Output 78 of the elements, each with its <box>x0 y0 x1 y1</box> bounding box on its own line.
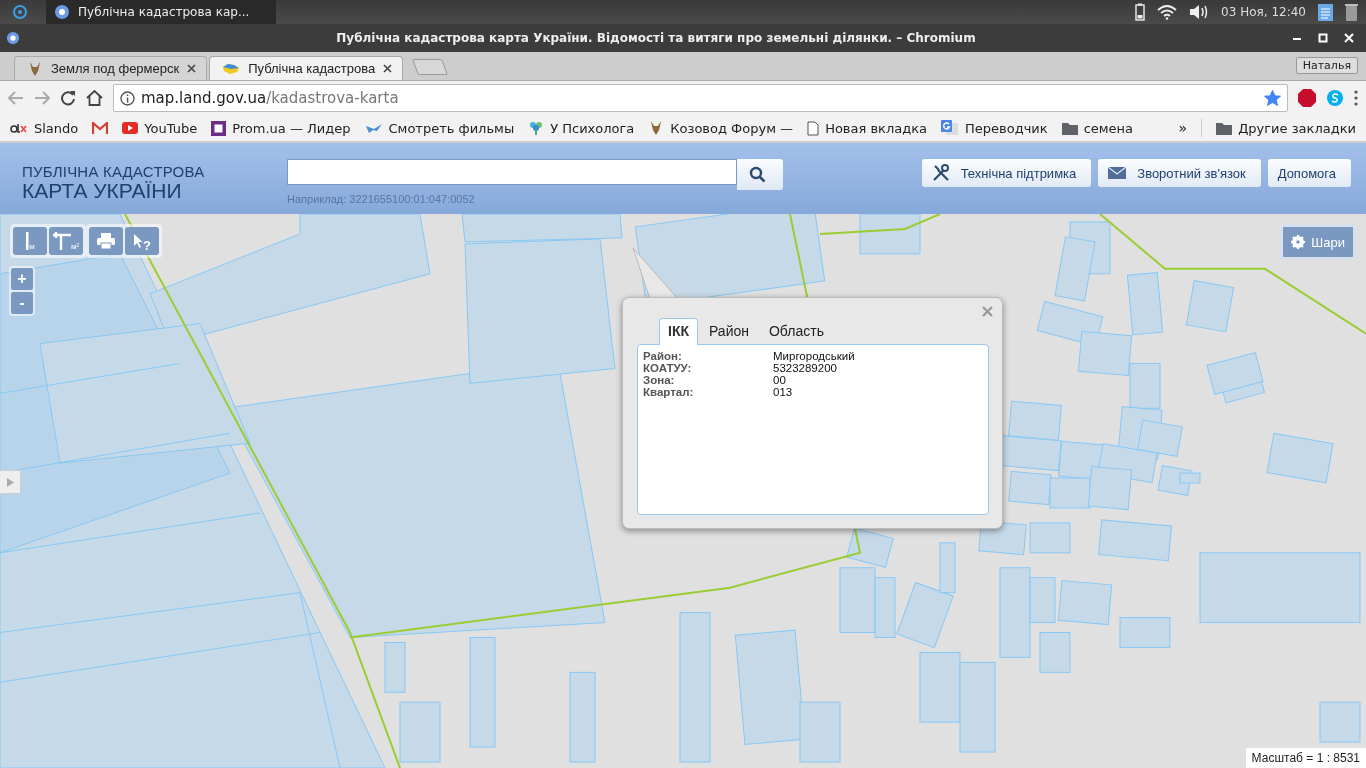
field-label: Район: <box>643 350 683 362</box>
close-icon[interactable] <box>187 64 197 73</box>
goat-head-icon <box>27 60 43 77</box>
mail-m-icon <box>92 121 109 135</box>
play-icon <box>122 122 139 134</box>
print-icon <box>97 233 115 249</box>
ruler-corner-icon <box>52 232 71 250</box>
profile-button[interactable]: Наталья <box>1295 57 1358 74</box>
site-logo-title: ПУБЛІЧНА КАДАСТРОВА <box>22 163 206 180</box>
bookmark-folder[interactable]: Другие закладки <box>1216 120 1356 136</box>
battery-icon[interactable] <box>1135 3 1146 21</box>
map-outline-icon <box>222 61 241 76</box>
field-label: КОАТУУ: <box>643 362 693 374</box>
site-logo-subtitle: КАРТА УКРАЇНИ <box>22 180 182 202</box>
header-button[interactable]: Технічна підтримка <box>921 159 1092 187</box>
bookmark-link[interactable]: Смотреть фильмы <box>364 120 515 136</box>
adblock-icon[interactable] <box>1298 89 1316 107</box>
search-button[interactable] <box>737 159 783 190</box>
notes-icon[interactable] <box>1318 3 1333 21</box>
browser-tab[interactable]: Публічна кадастрова <box>209 56 404 80</box>
maximize-icon[interactable] <box>1318 33 1328 43</box>
bookmark-star-icon[interactable] <box>1264 90 1281 106</box>
bookmark-link[interactable]: Переводчик <box>941 120 1048 136</box>
search-hint: Наприклад: 3221655100:01:047:0052 <box>287 193 476 205</box>
folder-icon <box>1216 121 1233 135</box>
reload-icon[interactable] <box>60 90 76 106</box>
home-icon[interactable] <box>86 90 103 106</box>
field-value: Миргородський <box>773 350 856 362</box>
field-label: Зона: <box>643 374 676 386</box>
folder-icon <box>1061 121 1078 135</box>
expand-arrow-icon <box>6 477 14 487</box>
bookmark-link[interactable]: семена <box>1061 120 1134 136</box>
app-launcher-icon[interactable] <box>12 4 28 20</box>
browser-tab[interactable]: Земля под фермерск <box>14 56 208 80</box>
cursor-icon <box>133 233 143 249</box>
bookmark-link[interactable]: Козовод Форум — <box>648 120 794 136</box>
popup-tab[interactable]: ІКК <box>659 318 698 345</box>
browser-icon <box>6 31 20 45</box>
popup-tab[interactable]: Район <box>700 318 758 345</box>
bookmark-link[interactable] <box>92 121 109 135</box>
side-panel-toggle[interactable] <box>0 470 21 494</box>
tree-icon <box>528 120 545 136</box>
close-icon[interactable] <box>383 64 393 73</box>
tools-icon <box>931 164 950 182</box>
translate-icon <box>941 120 960 136</box>
field-label: Квартал: <box>643 386 695 398</box>
header-button[interactable]: Допомога <box>1267 159 1351 187</box>
window-title: Публічна кадастрова карта України. Відомості та витяги про земельні ділянки. – Chromium <box>335 31 977 45</box>
square-icon <box>211 120 227 136</box>
search-field[interactable] <box>287 159 737 185</box>
print-button[interactable] <box>89 227 123 255</box>
menu-icon[interactable] <box>1354 90 1358 106</box>
bookmark-link[interactable]: Slando <box>10 120 79 136</box>
bookmark-link[interactable]: Prom.ua — Лидер <box>211 120 351 136</box>
speaker-icon[interactable] <box>1189 4 1210 20</box>
ruler-line-icon <box>25 232 30 250</box>
olx-icon <box>10 121 28 135</box>
bookmark-link[interactable]: У Психолога <box>528 120 635 136</box>
field-value: 013 <box>773 386 794 398</box>
header-button[interactable]: Зворотний зв'язок <box>1098 159 1261 187</box>
bookmark-link[interactable]: YouTube <box>122 120 198 136</box>
field-value: 00 <box>773 374 787 386</box>
info-icon[interactable] <box>120 90 135 106</box>
wifi-icon[interactable] <box>1157 4 1178 20</box>
envelope-icon <box>1108 167 1127 179</box>
field-value: 5323289200 <box>773 362 838 374</box>
popup-tab[interactable]: Область <box>760 318 833 345</box>
page-icon <box>807 120 820 136</box>
address-field[interactable]: map.land.gov.ua/kadastrova-karta <box>113 84 1288 112</box>
more-bookmarks-button[interactable]: » <box>1178 120 1188 136</box>
gear-icon <box>1291 235 1306 249</box>
search-icon <box>749 166 766 183</box>
bookmark-link[interactable]: Новая вкладка <box>807 120 928 136</box>
browser-icon <box>54 4 70 20</box>
map-scale: Масштаб = 1 : 8531 <box>1245 748 1366 768</box>
clock[interactable]: 03 Ноя, 12:40 <box>1221 5 1306 19</box>
taskbar-item[interactable]: Публічна кадастрова кар... <box>46 0 276 24</box>
trash-icon[interactable] <box>1345 3 1358 21</box>
